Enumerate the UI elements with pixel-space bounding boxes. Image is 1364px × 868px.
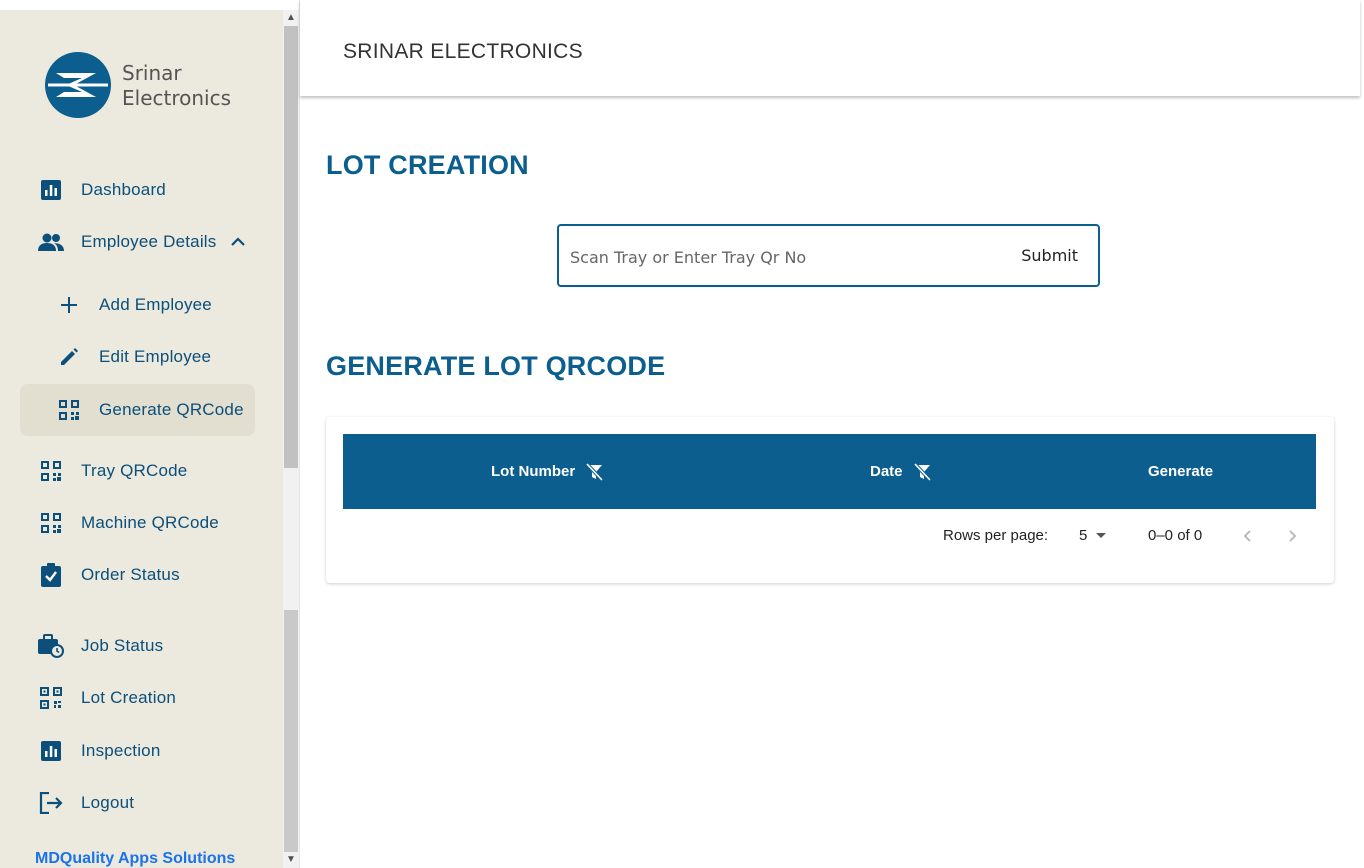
lot-table-card: Lot Number Date Generate Rows per page: … xyxy=(326,417,1334,583)
briefcase-clock-icon xyxy=(38,633,64,659)
sidebar-item-label: Dashboard xyxy=(81,180,166,199)
sidebar-item-employee-details[interactable]: Employee Details xyxy=(20,216,255,268)
sidebar-item-tray-qrcode[interactable]: Tray QRCode xyxy=(20,445,255,497)
sidebar-item-label: Job Status xyxy=(81,636,164,655)
sidebar-item-label: Generate QRCode xyxy=(99,400,244,419)
pagination-range: 0–0 of 0 xyxy=(1148,527,1203,544)
sidebar-item-machine-qrcode[interactable]: Machine QRCode xyxy=(20,497,255,549)
scrollbar-thumb[interactable] xyxy=(284,26,298,468)
chevron-right-icon xyxy=(1289,530,1297,542)
previous-page-button[interactable] xyxy=(1241,529,1255,547)
caret-down-icon xyxy=(1096,532,1107,538)
pencil-icon xyxy=(56,344,82,370)
sidebar-item-label: Add Employee xyxy=(99,295,212,314)
scroll-down-icon[interactable]: ▼ xyxy=(283,852,299,868)
scrollbar-track[interactable] xyxy=(284,610,298,852)
plus-icon xyxy=(56,292,82,318)
bar-chart-icon xyxy=(38,738,64,764)
sidebar-item-logout[interactable]: Logout xyxy=(20,777,255,829)
app-header: SRINAR ELECTRONICS xyxy=(300,0,1360,96)
sidebar-item-label: Inspection xyxy=(81,741,161,760)
filter-off-icon[interactable] xyxy=(912,462,932,482)
scan-form: Submit xyxy=(557,224,1100,287)
sidebar-item-label: Employee Details xyxy=(81,232,217,251)
sidebar-item-label: Order Status xyxy=(81,565,180,584)
qr-scan-icon xyxy=(38,685,64,711)
submit-button[interactable]: Submit xyxy=(1021,246,1078,265)
sidebar-item-label: Tray QRCode xyxy=(81,461,188,480)
table-header: Lot Number Date Generate xyxy=(343,434,1316,509)
sidebar-item-inspection[interactable]: Inspection xyxy=(20,725,255,777)
column-header-lot-number[interactable]: Lot Number xyxy=(491,434,604,509)
header-title: SRINAR ELECTRONICS xyxy=(343,40,583,63)
column-header-label: Date xyxy=(870,463,903,480)
logo-line2: Electronics xyxy=(122,86,232,110)
footer-brand[interactable]: MDQuality Apps Solutions xyxy=(35,850,235,868)
rows-per-page-select[interactable]: 5 xyxy=(1079,527,1107,544)
sidebar-item-edit-employee[interactable]: Edit Employee xyxy=(20,331,255,383)
clipboard-check-icon xyxy=(38,562,64,588)
filter-off-icon[interactable] xyxy=(584,462,604,482)
sidebar-item-add-employee[interactable]: Add Employee xyxy=(20,279,255,331)
scroll-up-icon[interactable]: ▲ xyxy=(283,10,299,26)
logo-line1: Srinar xyxy=(122,61,182,85)
company-logo: Srinar Electronics xyxy=(44,51,254,121)
sidebar-item-label: Logout xyxy=(81,793,135,812)
column-header-label: Generate xyxy=(1148,463,1214,480)
sidebar-item-lot-creation[interactable]: Lot Creation xyxy=(20,672,255,724)
generate-lot-qrcode-title: GENERATE LOT QRCODE xyxy=(326,351,666,381)
sidebar-item-dashboard[interactable]: Dashboard xyxy=(20,164,255,216)
sidebar: Srinar Electronics Dashboard Employee De… xyxy=(0,10,283,868)
lot-creation-title: LOT CREATION xyxy=(326,150,529,180)
qrcode-icon xyxy=(56,397,82,423)
rows-per-page-value: 5 xyxy=(1079,527,1088,544)
sidebar-item-label: Edit Employee xyxy=(99,347,212,366)
bar-chart-icon xyxy=(38,177,64,203)
qrcode-icon xyxy=(38,458,64,484)
column-header-date[interactable]: Date xyxy=(870,434,932,509)
rows-per-page-label: Rows per page: xyxy=(943,527,1049,544)
next-page-button[interactable] xyxy=(1285,529,1299,547)
logout-icon xyxy=(38,790,64,816)
sidebar-item-job-status[interactable]: Job Status xyxy=(20,620,255,672)
logo-emblem-icon xyxy=(45,52,111,118)
column-header-label: Lot Number xyxy=(491,463,576,480)
sidebar-item-generate-qrcode[interactable]: Generate QRCode xyxy=(20,384,255,436)
column-header-generate[interactable]: Generate xyxy=(1148,434,1213,509)
people-icon xyxy=(38,229,64,255)
sidebar-scrollbar[interactable]: ▲ ▼ xyxy=(283,10,299,868)
sidebar-item-order-status[interactable]: Order Status xyxy=(20,549,255,601)
sidebar-divider xyxy=(299,0,300,868)
sidebar-item-label: Machine QRCode xyxy=(81,513,219,532)
chevron-left-icon xyxy=(1243,530,1251,542)
sidebar-item-label: Lot Creation xyxy=(81,688,177,707)
qrcode-icon xyxy=(38,510,64,536)
chevron-up-icon xyxy=(231,237,246,246)
tray-qr-input[interactable] xyxy=(568,241,992,273)
